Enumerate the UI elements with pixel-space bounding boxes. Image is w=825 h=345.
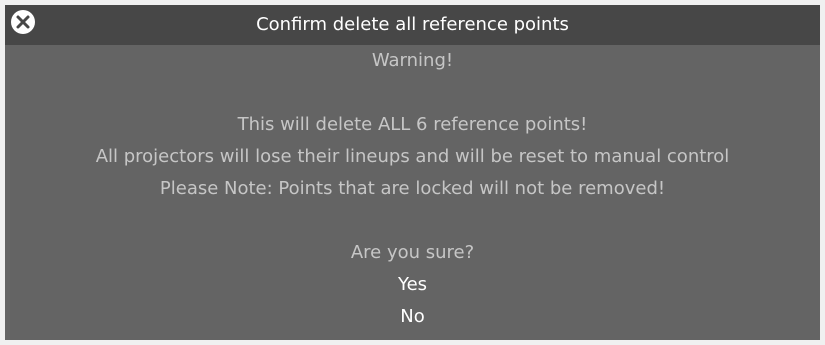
close-icon — [16, 15, 30, 29]
yes-button[interactable]: Yes — [5, 269, 820, 301]
question-text: Are you sure? — [350, 242, 475, 263]
close-button[interactable] — [11, 10, 35, 34]
message-line: Please Note: Points that are locked will… — [159, 178, 666, 199]
confirm-dialog: Confirm delete all reference points Warn… — [5, 5, 820, 340]
message-line: All projectors will lose their lineups a… — [95, 146, 730, 167]
dialog-title: Confirm delete all reference points — [256, 14, 569, 35]
warning-text: Warning! — [371, 50, 454, 71]
dialog-titlebar: Confirm delete all reference points — [5, 5, 820, 45]
message-line: This will delete ALL 6 reference points! — [237, 114, 588, 135]
dialog-body: Warning! This will delete ALL 6 referenc… — [5, 45, 820, 333]
no-button[interactable]: No — [5, 301, 820, 333]
